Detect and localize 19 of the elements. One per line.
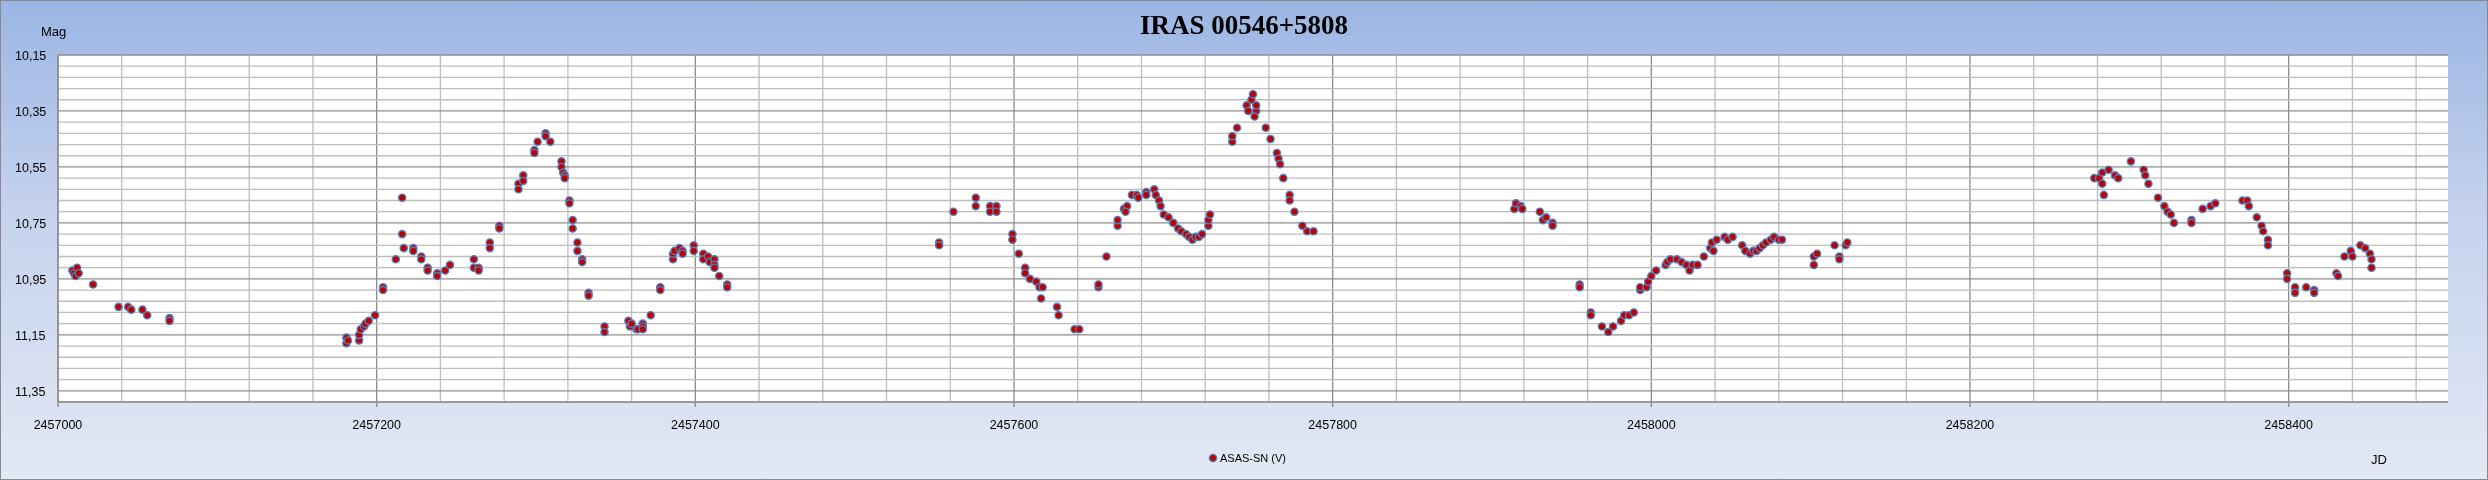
tick-label: 10,75: [15, 216, 47, 231]
tick-label: 11,15: [15, 328, 46, 343]
tick-label: 10,55: [15, 160, 47, 175]
tick-label: 2457800: [1308, 418, 1357, 432]
tick-label: 10,95: [15, 272, 47, 287]
tick-label: 2457200: [352, 418, 401, 432]
tick-label: 11,35: [15, 384, 46, 399]
axis-title: JD: [2371, 452, 2387, 467]
tick-label: 2458000: [1627, 418, 1676, 432]
tick-label: 2458400: [2264, 418, 2313, 432]
tick-label: 2458200: [1945, 418, 1995, 432]
tick-label: 2457000: [33, 418, 83, 432]
tick-label: 2457600: [989, 418, 1039, 432]
legend-label: ASAS-SN (V): [1220, 452, 1286, 464]
tick-label: 10,35: [15, 104, 47, 119]
tick-label: 2457400: [671, 418, 720, 432]
axis-title: Mag: [41, 24, 67, 39]
tick-label: 10,15: [15, 49, 47, 63]
chart-title: IRAS 00546+5808: [1139, 10, 1349, 40]
